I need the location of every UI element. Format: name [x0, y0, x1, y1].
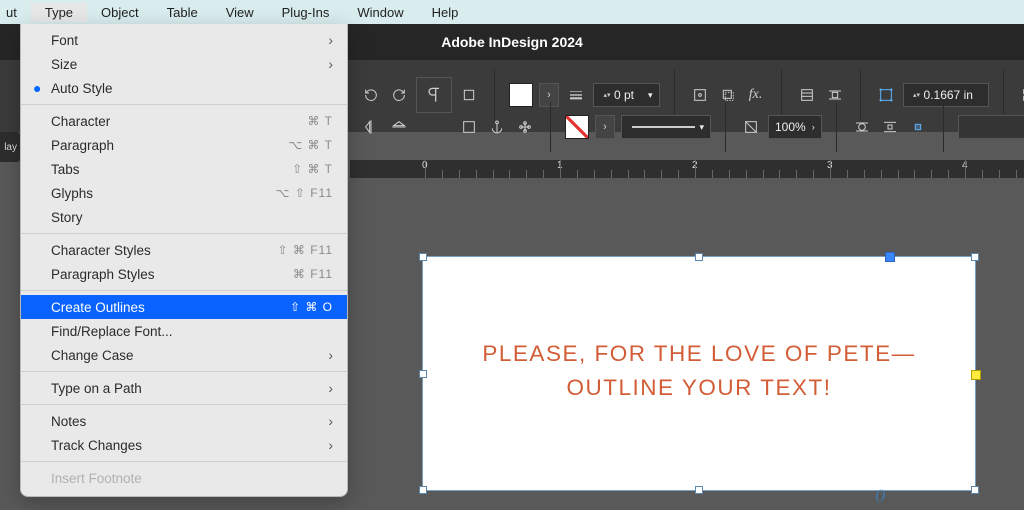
menu-item-insert-footnote: Insert Footnote [21, 466, 347, 490]
thread-indicator-icon: () [876, 488, 885, 504]
menu-item-paragraph[interactable]: Paragraph ⌥ ⌘ T [21, 133, 347, 157]
menu-item-label: Find/Replace Font... [51, 324, 173, 339]
chevron-right-icon: › [328, 56, 333, 72]
menu-item-find-replace-font[interactable]: Find/Replace Font... [21, 319, 347, 343]
type-menu: Font › Size › ● Auto Style Character ⌘ T Paragra… [20, 24, 348, 497]
text-frame-content: PLEASE, FOR THE LOVE OF PETE— OUTLINE YO… [423, 337, 975, 405]
doc-tab-fragment[interactable]: lay [0, 132, 20, 162]
menu-item-tabs[interactable]: Tabs ⇧ ⌘ T [21, 157, 347, 181]
text-wrap-shape-icon[interactable] [851, 116, 873, 138]
ruler-tick [560, 160, 561, 178]
menu-item-notes[interactable]: Notes › [21, 409, 347, 433]
overset-indicator[interactable] [971, 370, 981, 380]
menubar-item-window[interactable]: Window [343, 3, 417, 22]
menubar-item-view[interactable]: View [212, 3, 268, 22]
menu-item-label: Character [51, 114, 110, 129]
menu-item-auto-style[interactable]: ● Auto Style [21, 76, 347, 100]
stroke-swatch[interactable] [565, 115, 589, 139]
menu-shortcut: ⌘ T [308, 114, 333, 128]
menu-item-label: Font [51, 33, 78, 48]
menubar-item-plug-ins[interactable]: Plug-Ins [268, 3, 344, 22]
menu-item-type-on-a-path[interactable]: Type on a Path › [21, 376, 347, 400]
menubar-item-table[interactable]: Table [153, 3, 212, 22]
menu-item-label: Change Case [51, 348, 134, 363]
ruler-tick [425, 160, 426, 178]
menu-item-track-changes[interactable]: Track Changes › [21, 433, 347, 457]
menubar-item-type[interactable]: Type [31, 3, 87, 22]
chevron-right-icon: › [328, 380, 333, 396]
text-frame[interactable]: PLEASE, FOR THE LOVE OF PETE— OUTLINE YO… [422, 256, 976, 491]
menu-item-label: Size [51, 57, 77, 72]
text-line-2: OUTLINE YOUR TEXT! [423, 371, 975, 405]
menu-item-paragraph-styles[interactable]: Paragraph Styles ⌘ F11 [21, 262, 347, 286]
resize-handle[interactable] [419, 370, 427, 378]
separator [550, 102, 551, 152]
menu-item-character[interactable]: Character ⌘ T [21, 109, 347, 133]
distribute-icon[interactable] [514, 116, 536, 138]
in-port-indicator[interactable] [885, 252, 895, 262]
document-canvas[interactable]: PLEASE, FOR THE LOVE OF PETE— OUTLINE YO… [350, 178, 1024, 510]
menu-item-label: Insert Footnote [51, 471, 142, 486]
menu-shortcut: ⌘ F11 [293, 267, 333, 281]
text-line-1: PLEASE, FOR THE LOVE OF PETE— [423, 337, 975, 371]
menu-shortcut: ⌥ ⌘ T [288, 138, 333, 152]
separator [836, 102, 837, 152]
menu-item-create-outlines[interactable]: Create Outlines ⇧ ⌘ O [21, 295, 347, 319]
menu-item-label: Notes [51, 414, 86, 429]
app-title: Adobe InDesign 2024 [441, 34, 583, 50]
stroke-style-field[interactable]: ▾ [621, 115, 711, 139]
resize-handle[interactable] [419, 253, 427, 261]
menu-item-character-styles[interactable]: Character Styles ⇧ ⌘ F11 [21, 238, 347, 262]
resize-handle[interactable] [419, 486, 427, 494]
resize-handle[interactable] [695, 253, 703, 261]
menu-item-label: Type on a Path [51, 381, 142, 396]
menu-item-size[interactable]: Size › [21, 52, 347, 76]
menu-shortcut: ⇧ ⌘ F11 [277, 243, 333, 257]
menu-item-label: Paragraph Styles [51, 267, 155, 282]
text-wrap-jump-icon[interactable] [879, 116, 901, 138]
bullet-icon: ● [33, 80, 41, 96]
separator [943, 102, 944, 152]
stroke-dropdown[interactable]: › [595, 115, 615, 139]
resize-handle[interactable] [971, 253, 979, 261]
chevron-right-icon: › [328, 32, 333, 48]
menu-item-font[interactable]: Font › [21, 28, 347, 52]
ruler-tick [830, 160, 831, 178]
menu-item-label: Auto Style [51, 81, 113, 96]
menu-item-glyphs[interactable]: Glyphs ⌥ ⇧ F11 [21, 181, 347, 205]
flip-horizontal-icon[interactable] [360, 116, 382, 138]
select-container-icon[interactable] [458, 116, 480, 138]
menu-item-label: Paragraph [51, 138, 114, 153]
columns-field[interactable]: ▾ [958, 115, 1024, 139]
chevron-right-icon: › [328, 347, 333, 363]
text-wrap-active-icon[interactable] [907, 116, 929, 138]
menu-item-story[interactable]: Story [21, 205, 347, 229]
menubar-item-ut[interactable]: ut [4, 3, 31, 22]
menu-item-label: Character Styles [51, 243, 151, 258]
menubar-item-help[interactable]: Help [418, 3, 473, 22]
menu-item-label: Track Changes [51, 438, 142, 453]
opacity-field[interactable]: 100%› [768, 115, 822, 139]
menubar-item-object[interactable]: Object [87, 3, 153, 22]
menu-item-label: Story [51, 210, 83, 225]
menu-item-label: Tabs [51, 162, 80, 177]
ruler-tick [695, 160, 696, 178]
menu-shortcut: ⇧ ⌘ T [292, 162, 333, 176]
menu-item-change-case[interactable]: Change Case › [21, 343, 347, 367]
chevron-right-icon: › [328, 413, 333, 429]
resize-handle[interactable] [695, 486, 703, 494]
resize-handle[interactable] [971, 486, 979, 494]
horizontal-ruler: 01234 [350, 160, 1024, 178]
menu-shortcut: ⇧ ⌘ O [290, 300, 333, 314]
separator [725, 102, 726, 152]
system-menubar: utTypeObjectTableViewPlug-InsWindowHelp [0, 0, 1024, 24]
menu-item-label: Glyphs [51, 186, 93, 201]
anchor-icon[interactable] [486, 116, 508, 138]
chevron-right-icon: › [328, 437, 333, 453]
ruler-tick [965, 160, 966, 178]
opacity-icon [740, 116, 762, 138]
menu-shortcut: ⌥ ⇧ F11 [276, 186, 333, 200]
menu-item-label: Create Outlines [51, 300, 145, 315]
flip-vertical-icon[interactable] [388, 116, 410, 138]
